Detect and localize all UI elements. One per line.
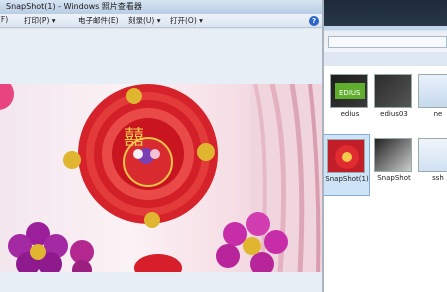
file-label: SnapShot(1) — [325, 175, 369, 183]
explorer-title-region — [318, 0, 447, 26]
help-icon[interactable]: ? — [309, 16, 319, 26]
photo-image: 囍 — [0, 84, 324, 272]
explorer-toolbar — [318, 52, 447, 66]
file-thumbnail: EDIUS — [330, 74, 368, 108]
viewer-titlebar: SnapShot(1) - Windows 照片查看器 — [0, 0, 324, 14]
file-thumbnail — [374, 138, 412, 172]
file-item-snapshot[interactable]: SnapShot — [370, 134, 414, 196]
file-thumbnail — [374, 74, 412, 108]
window-border — [322, 0, 324, 292]
menu-email[interactable]: 电子邮件(E) — [78, 15, 119, 26]
displayed-photo: 囍 — [0, 84, 324, 272]
menu-file[interactable]: (F) — [0, 15, 8, 24]
menu-open[interactable]: 打开(O) ▾ — [170, 15, 203, 26]
file-label: ssh — [432, 174, 444, 182]
file-item-ssh[interactable]: ssh — [414, 134, 447, 196]
window-title: SnapShot(1) - Windows 照片查看器 — [6, 2, 142, 11]
file-label: SnapShot — [377, 174, 411, 182]
svg-text:囍: 囍 — [124, 125, 144, 149]
file-label: ne — [433, 110, 443, 118]
menu-print[interactable]: 打印(P) ▾ — [24, 15, 56, 26]
file-item-ne[interactable]: ne — [414, 70, 447, 132]
photo-viewer-window: SnapShot(1) - Windows 照片查看器 (F) 打印(P) ▾ … — [0, 0, 324, 292]
file-thumbnail — [418, 74, 447, 108]
viewer-canvas-bottom — [0, 272, 324, 292]
file-item-snapshot1[interactable]: SnapShot(1) — [322, 134, 370, 196]
file-explorer-window: EDIUS edius edius03 ne SnapShot(1) SnapS… — [318, 0, 447, 292]
file-item-edius03[interactable]: edius03 — [370, 70, 414, 132]
file-label: edius03 — [380, 110, 408, 118]
file-item-edius[interactable]: EDIUS edius — [326, 70, 370, 132]
svg-text:EDIUS: EDIUS — [339, 89, 361, 97]
viewer-menubar: (F) 打印(P) ▾ 电子邮件(E) 刻录(U) ▾ 打开(O) ▾ — [0, 14, 324, 28]
explorer-address-bar[interactable] — [328, 36, 447, 48]
viewer-canvas-top — [0, 29, 324, 84]
file-label: edius — [340, 110, 360, 118]
file-thumbnail — [327, 139, 365, 173]
file-thumbnail — [418, 138, 447, 172]
menu-burn[interactable]: 刻录(U) ▾ — [128, 15, 161, 26]
